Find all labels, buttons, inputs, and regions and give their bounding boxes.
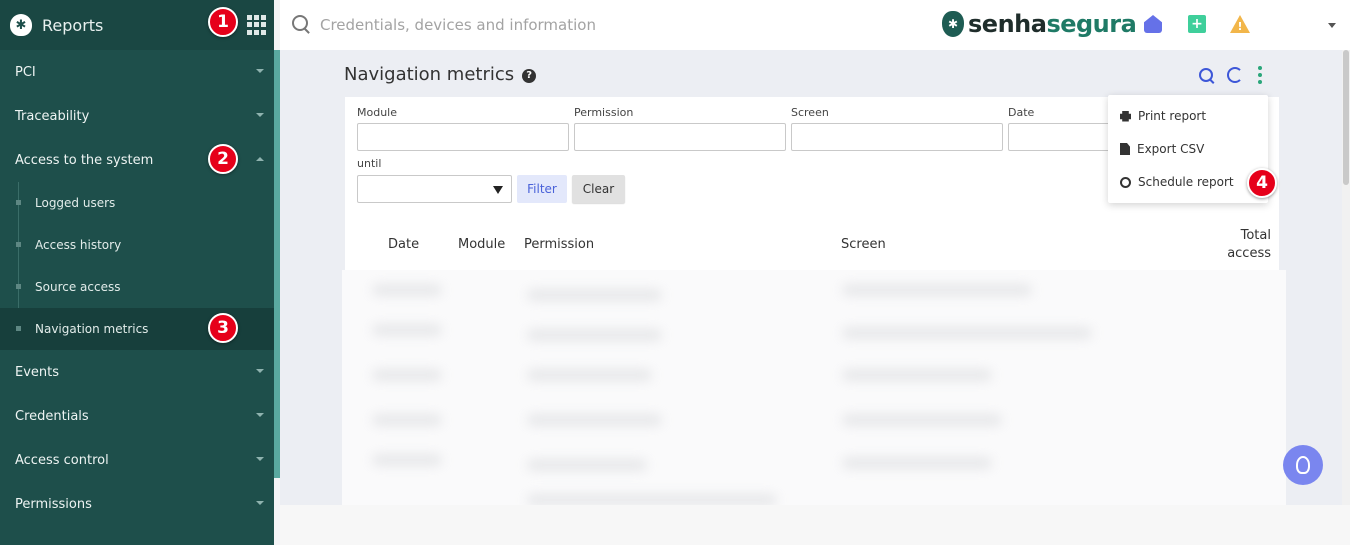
sidebar-item-traceability[interactable]: Traceability (0, 94, 274, 138)
column-header-screen[interactable]: Screen (841, 237, 886, 252)
sidebar-item-credentials[interactable]: Credentials (0, 394, 274, 438)
new-document-icon[interactable]: + (1188, 15, 1206, 33)
brand-logo: ✱ senhasegura (942, 10, 1137, 38)
sidebar-item-label: Events (15, 364, 60, 380)
sidebar-item-label: Traceability (15, 108, 90, 124)
lightbulb-icon (1296, 456, 1310, 474)
permission-input[interactable] (574, 123, 786, 151)
annotation-badge-4: 4 (1247, 168, 1277, 198)
brand-name-part1: senha (968, 10, 1047, 38)
filter-button[interactable]: Filter (517, 175, 567, 203)
menu-item-label: Print report (1138, 109, 1207, 123)
file-icon (1120, 143, 1130, 155)
menu-item-label: Export CSV (1137, 142, 1205, 156)
column-header-access[interactable]: access (1227, 246, 1271, 261)
brand-name: senhasegura (968, 10, 1137, 38)
bullet-icon (16, 284, 21, 289)
page-title-text: Navigation metrics (344, 64, 515, 85)
home-icon[interactable] (1144, 15, 1162, 33)
lightbulb-help-button[interactable] (1283, 445, 1323, 485)
footer (280, 505, 1350, 545)
column-header-date[interactable]: Date (388, 237, 419, 252)
apps-grid-icon[interactable] (247, 15, 267, 35)
until-select[interactable] (357, 175, 512, 203)
help-icon[interactable]: ? (522, 68, 537, 83)
screen-label: Screen (791, 106, 829, 119)
menu-item-print-report[interactable]: Print report (1108, 101, 1268, 131)
report-options-menu: Print report Export CSV Schedule report (1108, 95, 1268, 203)
sidebar-item-label: Access control (15, 452, 109, 468)
menu-item-export-csv[interactable]: Export CSV (1108, 134, 1268, 164)
column-header-permission[interactable]: Permission (524, 237, 594, 252)
sidebar-subitem-source-access[interactable]: Source access (0, 266, 274, 308)
printer-icon (1120, 110, 1131, 122)
page-title: Navigation metrics? (344, 64, 537, 85)
clear-button[interactable]: Clear (572, 175, 625, 203)
column-header-module[interactable]: Module (458, 237, 505, 252)
user-menu-chevron-icon[interactable] (1328, 23, 1336, 28)
column-header-total[interactable]: Total (1241, 228, 1271, 243)
sidebar-subitem-label: Source access (35, 280, 121, 294)
global-search-input[interactable] (320, 12, 880, 38)
chevron-down-icon (256, 369, 264, 373)
bullet-icon (16, 242, 21, 247)
module-input[interactable] (357, 123, 569, 151)
chevron-down-icon (256, 501, 264, 505)
brand-shield-icon: ✱ (942, 11, 964, 37)
chevron-down-icon (256, 413, 264, 417)
search-icon (292, 15, 308, 31)
main-scrollbar[interactable] (1342, 50, 1350, 505)
date-label: Date (1008, 106, 1035, 119)
sidebar-subitem-access-history[interactable]: Access history (0, 224, 274, 266)
bullet-icon (16, 200, 21, 205)
dropdown-arrow-icon (493, 186, 503, 194)
more-options-icon[interactable] (1258, 66, 1262, 84)
blurred-table-body (342, 270, 1286, 505)
main-content: Navigation metrics? Module Permission Sc… (280, 50, 1342, 505)
sidebar-title: Reports (42, 15, 104, 35)
sidebar-item-label: Access to the system (15, 152, 154, 168)
date-input[interactable] (1008, 123, 1118, 151)
chevron-down-icon (256, 113, 264, 117)
annotation-badge-2: 2 (208, 144, 238, 174)
permission-label: Permission (574, 106, 634, 119)
sidebar-item-label: PCI (15, 64, 36, 80)
warning-icon[interactable]: ! (1230, 15, 1250, 33)
screen-input[interactable] (791, 123, 1003, 151)
module-label: Module (357, 106, 397, 119)
scrollbar-thumb[interactable] (1343, 50, 1349, 185)
sidebar-subitem-label: Logged users (35, 196, 116, 210)
sidebar-item-permissions[interactable]: Permissions (0, 482, 274, 526)
menu-item-schedule-report[interactable]: Schedule report (1108, 167, 1268, 197)
sidebar-item-label: Credentials (15, 408, 89, 424)
menu-item-label: Schedule report (1138, 175, 1234, 189)
sidebar-subitem-logged-users[interactable]: Logged users (0, 182, 274, 224)
sidebar-subitem-label: Access history (35, 238, 122, 252)
refresh-icon[interactable] (1227, 67, 1243, 83)
annotation-badge-1: 1 (208, 7, 238, 37)
chevron-down-icon (256, 69, 264, 73)
topbar: ✱ senhasegura + ! (280, 0, 1350, 50)
bullet-icon (16, 326, 21, 331)
search-toggle-icon[interactable] (1199, 68, 1213, 82)
until-label: until (357, 157, 382, 170)
sidebar-item-access-control[interactable]: Access control (0, 438, 274, 482)
shield-logo-icon: ✱ (10, 14, 32, 36)
sidebar-item-events[interactable]: Events (0, 350, 274, 394)
clock-icon (1120, 176, 1131, 188)
chevron-up-icon (256, 157, 264, 161)
sidebar-item-pci[interactable]: PCI (0, 50, 274, 94)
sidebar-subitem-label: Navigation metrics (35, 322, 149, 336)
sidebar-item-label: Permissions (15, 496, 92, 512)
chevron-down-icon (256, 457, 264, 461)
annotation-badge-3: 3 (208, 313, 238, 343)
brand-name-part2: segura (1046, 10, 1137, 38)
sidebar: ✱ Reports PCI Traceability Access to the… (0, 0, 274, 545)
